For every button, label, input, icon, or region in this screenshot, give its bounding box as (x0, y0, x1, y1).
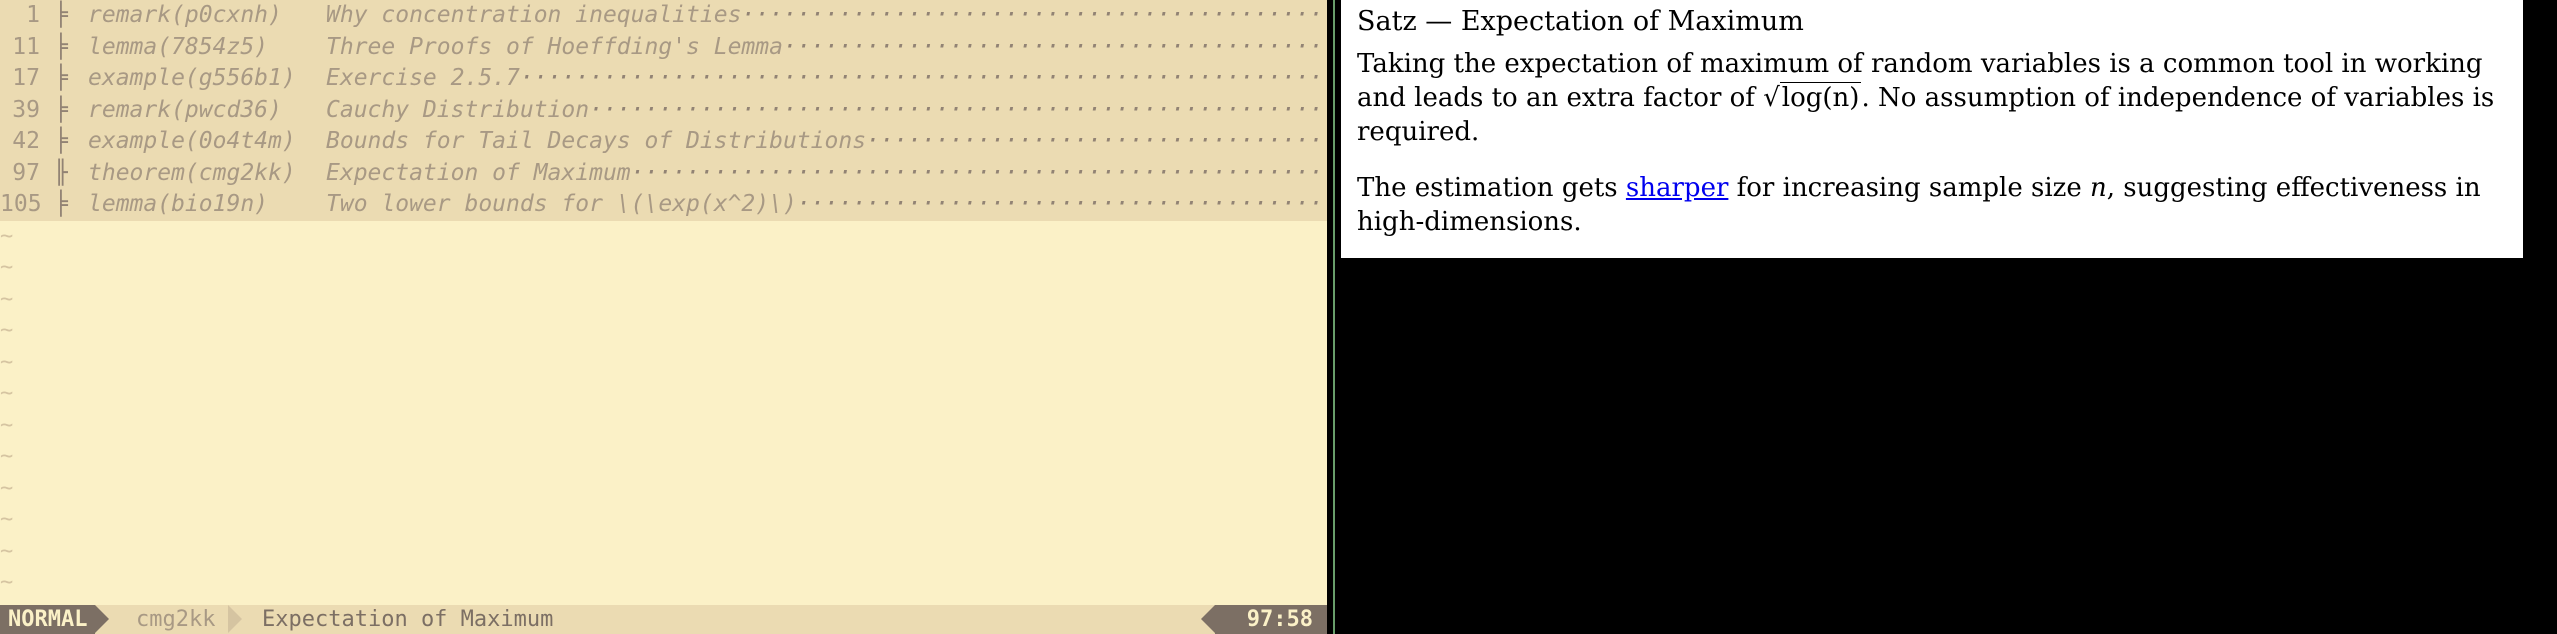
empty-lines: ~ ~ ~ ~ ~ ~ ~ ~ ~ ~ ~ ~ (0, 221, 13, 599)
text: for increasing sample size (1728, 173, 2090, 203)
outline-row[interactable]: 97 ╟ theorem(cmg2kk) Expectation of Maximum… (0, 157, 1327, 189)
outline-kind: example(g556b1) (88, 65, 296, 91)
leader-dots: ········································… (782, 33, 1327, 60)
popup-paragraph-2: The estimation gets sharper for increasi… (1357, 171, 2507, 239)
outline-row[interactable]: 11 ╞ lemma(7854z5) Three Proofs of Hoeffdin… (0, 31, 1327, 63)
empty-line-marker: ~ (0, 507, 14, 532)
outline-title: Expectation of Maximum (326, 159, 631, 186)
outline-kind: theorem(cmg2kk) (88, 159, 296, 186)
empty-line-marker: ~ (0, 255, 14, 280)
leader-dots: ········································… (741, 2, 1327, 28)
leader-dots: ········································… (589, 96, 1327, 123)
statusline: NORMAL cmg2kk Expectation of Maximum 97:… (0, 605, 1327, 634)
math: log(n) (1779, 82, 1862, 113)
leader-dots: ········································… (866, 128, 1327, 154)
math: n (2090, 173, 2107, 203)
leader-dots: ········································… (519, 65, 1327, 91)
line-number: 97 (12, 159, 40, 186)
outline-kind: remark(p0cxnh) (88, 2, 282, 28)
sharper-link[interactable]: sharper (1626, 173, 1728, 203)
outline-kind: example(0o4t4m) (88, 128, 296, 154)
mode-indicator: NORMAL (0, 605, 111, 634)
line-number: 1 (26, 2, 40, 28)
empty-line-marker: ~ (0, 223, 14, 249)
empty-line-marker: ~ (0, 444, 14, 469)
line-number: 105 (0, 191, 42, 217)
tree-guide-icon: ╞ (54, 128, 68, 154)
empty-line-marker: ~ (0, 475, 14, 501)
empty-line-marker: ~ (0, 538, 14, 564)
leader-dots: ········································… (630, 159, 1327, 186)
line-number: 42 (12, 128, 40, 154)
line-number: 17 (12, 65, 40, 91)
tree-guide-icon: ╞ (54, 65, 68, 91)
outline-row[interactable]: 105 ╞ lemma(bio19n) Two lower bounds for \(… (0, 189, 1327, 221)
outline-row[interactable]: 42 ╞ example(0o4t4m) Bounds for Tail Decays… (0, 126, 1327, 158)
status-separator (228, 605, 242, 633)
outline-kind: remark(pwcd36) (88, 96, 282, 123)
outline-title: Exercise 2.5.7 (326, 65, 520, 91)
outline-title: Bounds for Tail Decays of Distributions (326, 128, 867, 154)
text: The estimation gets (1357, 173, 1626, 203)
outline-list: 1 ╞ remark(p0cxnh) Why concentration inequa… (0, 0, 1327, 221)
outline-kind: lemma(7854z5) (88, 33, 269, 60)
tree-guide-icon: ╞ (54, 33, 68, 60)
window-divider[interactable] (1333, 0, 1335, 634)
line-number: 39 (12, 96, 40, 123)
sqrt-math: √log(n) (1763, 82, 1862, 113)
tree-guide-icon: ╞ (54, 191, 68, 217)
status-id: cmg2kk (136, 607, 216, 632)
outline-title: Three Proofs of Hoeffding's Lemma (326, 33, 783, 60)
outline-row[interactable]: 1 ╞ remark(p0cxnh) Why concentration inequa… (0, 0, 1327, 32)
empty-line-marker: ~ (0, 412, 14, 438)
outline-title: Cauchy Distribution (326, 96, 590, 123)
outline-row[interactable]: 39 ╞ remark(pwcd36) Cauchy Distribution····… (0, 94, 1327, 126)
cursor-position: 97:58 (1200, 605, 1327, 634)
outline-title: Why concentration inequalities (326, 2, 742, 28)
empty-line-marker: ~ (0, 349, 14, 375)
line-number: 11 (12, 33, 40, 60)
tree-guide-icon: ╞ (54, 2, 68, 28)
empty-line-marker: ~ (0, 570, 14, 595)
outline-kind: lemma(bio19n) (88, 191, 269, 217)
popup-paragraph-1: Taking the expectation of maximum of ran… (1357, 47, 2507, 149)
empty-line-marker: ~ (0, 381, 14, 406)
tree-guide-icon: ╟ (54, 159, 68, 186)
empty-line-marker: ~ (0, 286, 14, 312)
outline-row[interactable]: 17 ╞ example(g556b1) Exercise 2.5.7········… (0, 63, 1327, 95)
empty-line-marker: ~ (0, 318, 14, 343)
editor-pane[interactable]: 1 ╞ remark(p0cxnh) Why concentration inequa… (0, 0, 1327, 634)
outline-title: Two lower bounds for \(\exp(x^2)\) (326, 191, 797, 217)
preview-popup: Satz — Expectation of Maximum Taking the… (1341, 0, 2523, 258)
tree-guide-icon: ╞ (54, 96, 68, 123)
leader-dots: ········································… (796, 191, 1327, 217)
status-title: Expectation of Maximum (262, 607, 554, 632)
popup-title: Satz — Expectation of Maximum (1357, 6, 1804, 37)
